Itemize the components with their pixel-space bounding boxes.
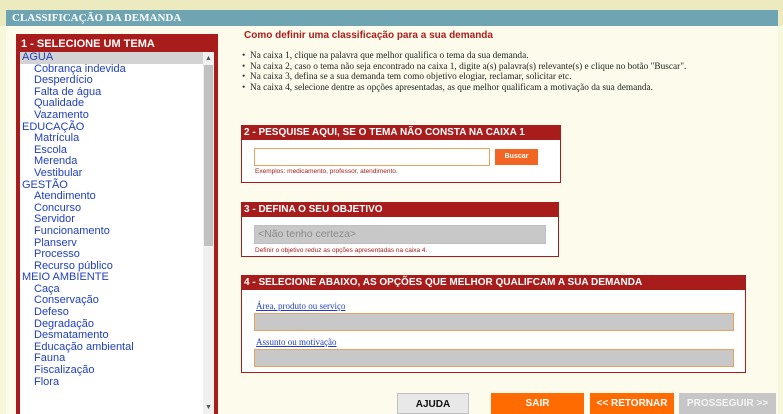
- objective-select[interactable]: <Não tenho certeza>: [254, 225, 546, 244]
- objective-panel: 3 - DEFINA O SEU OBJETIVO <Não tenho cer…: [241, 202, 559, 257]
- help-title: Como definir uma classificação para a su…: [244, 30, 493, 41]
- theme-category[interactable]: AGUA: [20, 52, 203, 64]
- help-item: Na caixa 2, caso o tema não seja encontr…: [242, 62, 772, 73]
- exit-button[interactable]: SAIR: [491, 393, 584, 414]
- theme-list[interactable]: AGUA Cobrança indevida Desperdício Falta de…: [20, 52, 214, 414]
- search-panel: 2 - PESQUISE AQUI, SE O TEMA NÃO CONSTA …: [241, 125, 561, 183]
- theme-item[interactable]: Flora: [20, 376, 203, 389]
- scroll-thumb[interactable]: [204, 65, 213, 246]
- theme-item[interactable]: Vestibular: [20, 167, 203, 180]
- theme-item[interactable]: Fiscalização: [20, 364, 203, 377]
- search-panel-title: 2 - PESQUISE AQUI, SE O TEMA NÃO CONSTA …: [241, 125, 561, 140]
- search-input[interactable]: [254, 148, 490, 166]
- scroll-down-icon[interactable]: ▼: [205, 404, 212, 412]
- objective-panel-title: 3 - DEFINA O SEU OBJETIVO: [241, 202, 559, 217]
- help-item: Na caixa 4, selecione dentre as opções a…: [242, 83, 772, 94]
- theme-item[interactable]: Matrícula: [20, 133, 203, 145]
- theme-item[interactable]: Funcionamento: [20, 225, 203, 238]
- help-item: Na caixa 3, defina se a sua demanda tem …: [242, 72, 772, 83]
- theme-box-title: 1 - SELECIONE UM TEMA: [21, 38, 155, 50]
- subject-label: Assunto ou motivação: [256, 337, 337, 347]
- back-button[interactable]: << RETORNAR: [590, 393, 674, 414]
- theme-list-items: AGUA Cobrança indevida Desperdício Falta de…: [20, 52, 203, 388]
- help-list: Na caixa 1, clique na palavra que melhor…: [242, 51, 772, 93]
- theme-list-scrollbar[interactable]: ▲ ▼: [203, 52, 214, 414]
- area-select[interactable]: [254, 313, 734, 331]
- options-panel: 4 - SELECIONE ABAIXO, AS OPÇÕES QUE MELH…: [241, 275, 746, 373]
- theme-item[interactable]: Defeso: [20, 306, 203, 319]
- theme-item[interactable]: Vazamento: [20, 109, 203, 122]
- help-button[interactable]: AJUDA: [397, 393, 469, 414]
- proceed-button[interactable]: PROSSEGUIR >>: [679, 393, 776, 414]
- theme-item[interactable]: Processo: [20, 248, 203, 261]
- subject-select[interactable]: [254, 349, 734, 367]
- search-hint: Exemplos: medicamento, professor, atendi…: [255, 168, 398, 175]
- page-title: CLASSIFICAÇÃO DA DEMANDA: [6, 10, 778, 26]
- objective-hint: Definir o objetivo reduz as opções apres…: [255, 247, 428, 254]
- search-button[interactable]: Buscar: [495, 149, 538, 165]
- scroll-up-icon[interactable]: ▲: [205, 55, 212, 63]
- theme-item[interactable]: Atendimento: [20, 191, 203, 203]
- area-label: Área, produto ou serviço: [256, 301, 346, 311]
- help-item: Na caixa 1, clique na palavra que melhor…: [242, 51, 772, 62]
- theme-box: 1 - SELECIONE UM TEMA AGUA Cobrança indev…: [16, 34, 218, 414]
- options-panel-title: 4 - SELECIONE ABAIXO, AS OPÇÕES QUE MELH…: [241, 275, 746, 290]
